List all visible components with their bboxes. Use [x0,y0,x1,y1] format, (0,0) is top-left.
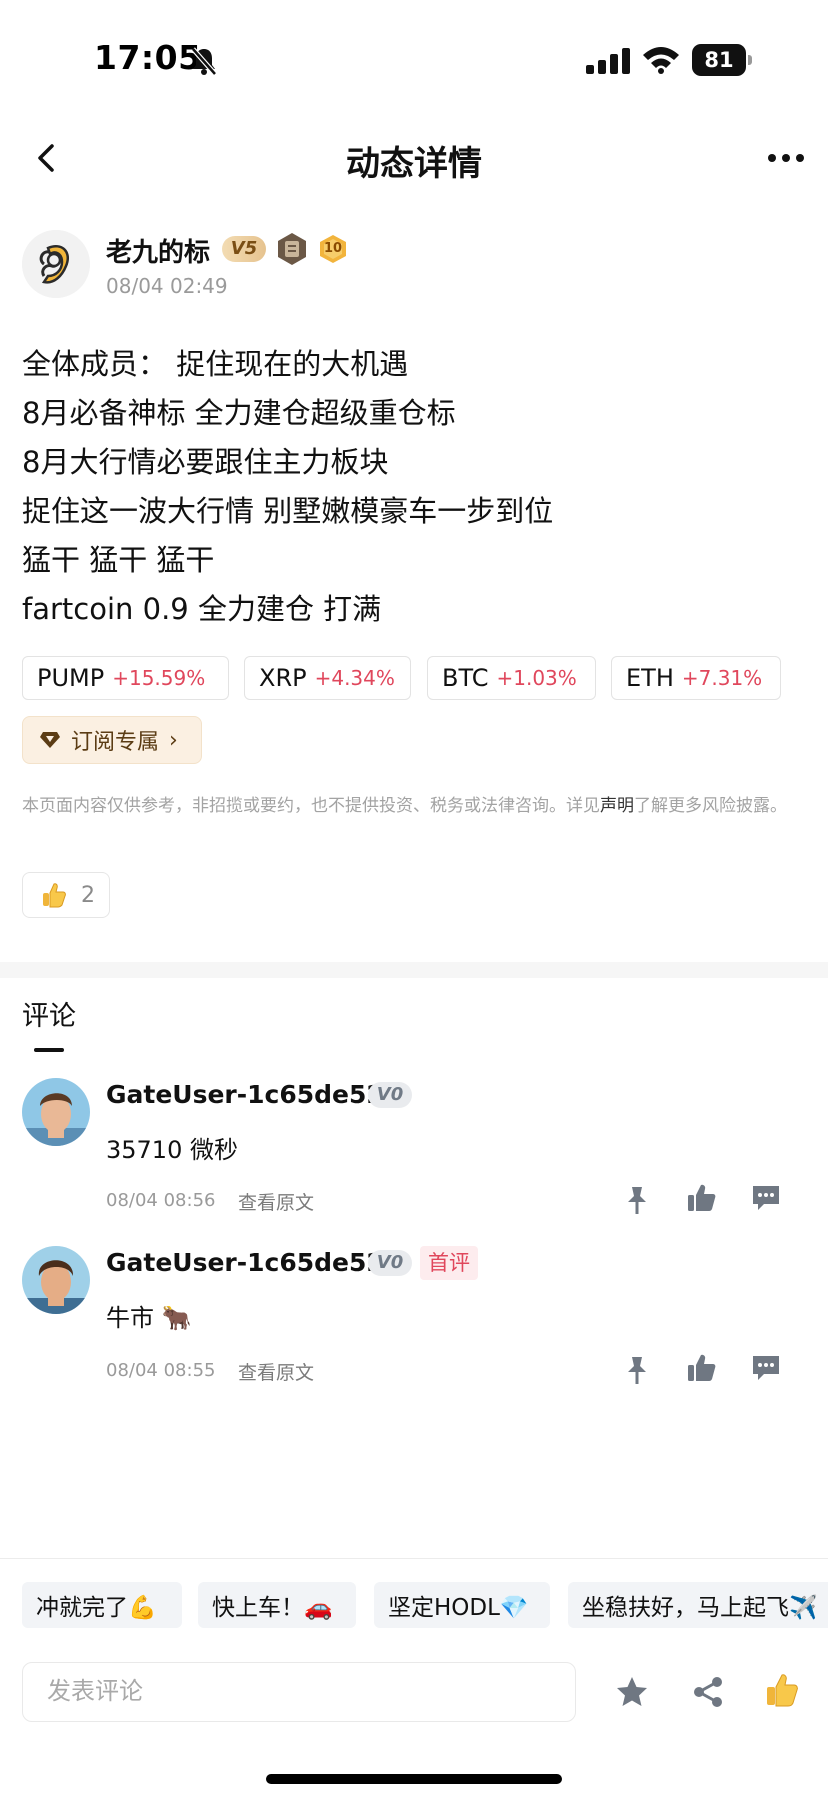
author-avatar[interactable] [22,230,90,298]
ticker-change: +7.31% [681,666,763,690]
comment-date: 08/04 08:55 [106,1360,216,1381]
thumbs-up-emoji-icon [43,883,66,908]
medal-icon [278,233,306,265]
commenter-name[interactable]: GateUser-1c65de52 [106,1248,384,1277]
ticker-btc[interactable]: BTC +1.03% [427,656,596,700]
bottom-divider [0,1558,828,1559]
disclaimer-text-end: 了解更多风险披露。 [634,796,787,816]
thumbs-up-icon[interactable] [686,1352,718,1384]
reply-comment-icon[interactable] [750,1182,782,1214]
post-line: 猛干 猛干 猛干 [22,543,215,577]
pin-icon[interactable] [621,1354,653,1386]
ticker-change: +15.59% [112,666,206,690]
thumbs-up-icon[interactable] [686,1182,718,1214]
post-line: 捉住这一波大行情 别墅嫩模豪车一步到位 [22,494,554,528]
quick-reply-chip[interactable]: 快上车！🚗 [198,1582,356,1628]
post-line: 8月大行情必要跟住主力板块 [22,445,389,479]
ticker-symbol: XRP [259,664,307,692]
quick-reply-chip[interactable]: 坚定HODL💎 [374,1582,550,1628]
signal-icon [586,48,630,74]
status-time: 17:05 [94,38,202,77]
battery-indicator: 81 [692,44,752,76]
comments-tab[interactable]: 评论 [22,994,76,1033]
comment-text: 35710 微秒 [106,1136,238,1164]
more-options-button[interactable] [766,150,806,166]
comment-text: 牛市 🐂 [106,1304,192,1332]
post-line: 8月必备神标 全力建仓超级重仓标 [22,396,456,430]
ticker-xrp[interactable]: XRP +4.34% [244,656,411,700]
bell-slash-icon [191,47,217,76]
ticker-symbol: PUMP [37,664,105,692]
ticker-change: +1.03% [496,666,577,690]
like-count: 2 [81,882,95,908]
subscribe-button[interactable]: 订阅专属 › [22,716,202,764]
commenter-avatar[interactable] [22,1078,90,1146]
reply-comment-icon[interactable] [750,1352,782,1384]
ticker-symbol: BTC [442,664,489,692]
share-icon[interactable] [690,1674,726,1710]
wifi-icon [643,47,679,74]
subscribe-label: 订阅专属 [71,730,160,755]
chevron-right-icon: › [169,727,178,753]
thumbs-up-emoji-icon[interactable] [764,1672,800,1708]
ticker-symbol: ETH [626,664,674,692]
author-name[interactable]: 老九的标 [106,232,210,269]
disclaimer-link[interactable]: 声明 [600,796,634,816]
user-level-badge: V0 [368,1082,412,1108]
commenter-avatar[interactable] [22,1246,90,1314]
battery-tip [748,55,752,65]
ticker-change: +4.34% [314,666,395,690]
comment-date: 08/04 08:56 [106,1190,216,1211]
section-divider [0,962,828,978]
ticker-eth[interactable]: ETH +7.31% [611,656,781,700]
commenter-name[interactable]: GateUser-1c65de52 [106,1080,384,1109]
view-original-link[interactable]: 查看原文 [238,1188,314,1215]
comment-input[interactable]: 发表评论 [22,1662,576,1722]
diamond-icon [40,732,60,748]
like-button[interactable]: 2 [22,872,110,918]
ticker-pump[interactable]: PUMP +15.59% [22,656,229,700]
page-title: 动态详情 [346,144,482,184]
battery-level: 81 [692,44,746,76]
quick-reply-chip[interactable]: 冲就完了💪 [22,1582,182,1628]
post-line: 全体成员： 捉住现在的大机遇 [22,347,409,381]
disclaimer: 本页面内容仅供参考，非招揽或要约，也不提供投资、税务或法律咨询。详见声明了解更多… [22,794,806,818]
level-ten-text: 10 [323,241,343,256]
first-comment-badge: 首评 [420,1246,478,1280]
post-line: fartcoin 0.9 全力建仓 打满 [22,592,382,626]
pin-icon[interactable] [621,1184,653,1216]
comments-tab-indicator [34,1048,64,1052]
level-ten-badge: 10 [318,234,348,264]
post-date: 08/04 02:49 [106,274,228,298]
vip-level-badge: V5 [222,236,266,262]
user-level-badge: V0 [368,1250,412,1276]
home-indicator [266,1774,562,1784]
view-original-link[interactable]: 查看原文 [238,1358,314,1385]
quick-reply-chip[interactable]: 坐稳扶好，马上起飞✈️ [568,1582,828,1628]
star-icon[interactable] [614,1674,650,1710]
disclaimer-text: 本页面内容仅供参考，非招揽或要约，也不提供投资、税务或法律咨询。详见 [22,796,600,816]
